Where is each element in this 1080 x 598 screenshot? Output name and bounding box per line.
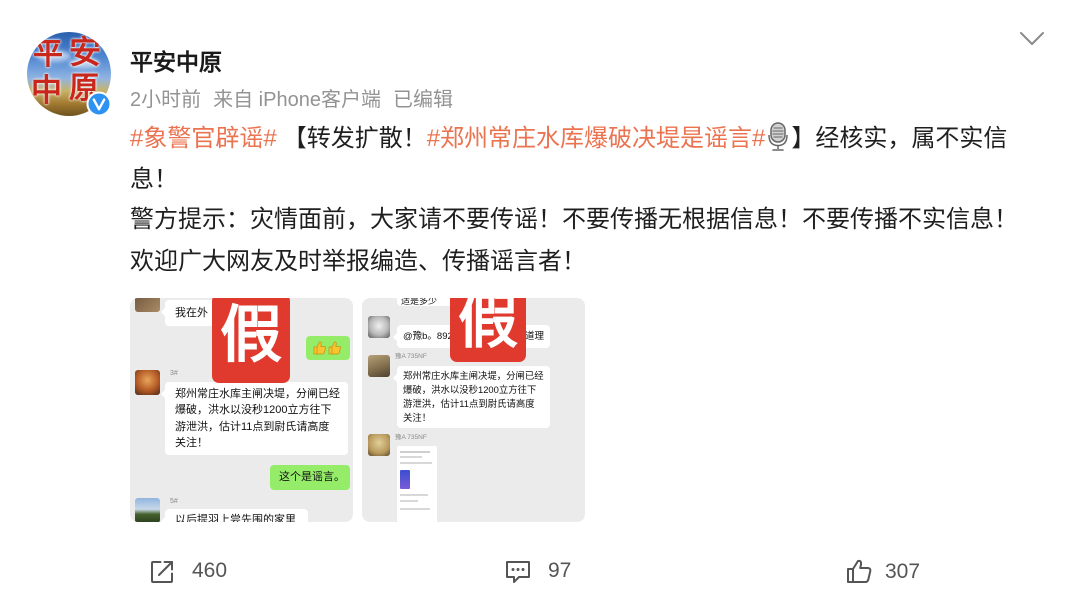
author-name[interactable]: 平安中原 <box>130 48 222 76</box>
thumbnail-line <box>400 500 418 502</box>
chevron-down-icon[interactable] <box>1019 31 1045 47</box>
chat-bubble-rumor: 郑州常庄水库主闸决堤，分闸已经 爆破，洪水以没秒1200立方往下 游泄洪，估计1… <box>161 382 348 455</box>
chat-avatar <box>135 298 160 312</box>
chat-sender-label: 3# <box>170 370 178 377</box>
chat-text: @豫b。892 <box>403 331 453 342</box>
thumbnail-phone-image <box>400 470 410 489</box>
chat-text-line: 郑州常庄水库主闸决堤，分闸已经 <box>403 370 544 381</box>
chat-sender-label: 豫A 735NF <box>395 353 427 360</box>
chat-bubble-reaction <box>306 336 350 360</box>
chat-text-line: 郑州常庄水库主闸决堤，分闸已经 <box>175 388 340 400</box>
chat-bubble-reply: 这个是谣言。 <box>270 465 350 490</box>
chat-avatar <box>135 370 160 395</box>
chat-screenshot-thumbnail <box>397 446 437 522</box>
like-count[interactable]: 307 <box>885 560 920 584</box>
avatar-lettering: 安 <box>69 33 102 71</box>
chat-sender-label: 豫A 735NF <box>395 434 427 441</box>
microphone-icon <box>768 122 789 151</box>
chat-text-line: 游泄洪，估计11点到尉氏请高度 <box>403 398 535 409</box>
topic-link[interactable]: #象警官辟谣# <box>130 125 277 152</box>
chat-text: 我在外 <box>175 307 208 319</box>
like-icon[interactable] <box>845 557 873 585</box>
post-text: 】经核实，属不实信 <box>791 125 1008 152</box>
chat-avatar <box>368 355 390 377</box>
chat-avatar <box>135 498 160 522</box>
thumbnail-line <box>400 494 428 496</box>
post-text-line: 警方提示：灾情面前，大家请不要传谣！不要传播无根据信息！不要传播不实信息！ <box>130 206 1018 233</box>
post-text-line: 息！ <box>130 166 178 193</box>
post-text: 【转发扩散！ <box>282 125 427 152</box>
thumbnail-line <box>400 456 422 458</box>
post-time: 2小时前 <box>130 89 202 111</box>
chat-text: 以后提羽上尝先围的家里 <box>175 514 296 522</box>
comment-icon[interactable] <box>504 558 532 586</box>
share-count[interactable]: 460 <box>192 559 227 583</box>
avatar-lettering: 中 <box>31 73 62 109</box>
post-text-line: 欢迎广大网友及时举报编造、传播谣言者！ <box>130 248 586 275</box>
chat-text-line: 关注！ <box>175 436 208 449</box>
edited-label: 已编辑 <box>392 89 453 111</box>
chat-bubble: 以后提羽上尝先围的家里 <box>161 509 308 522</box>
chat-avatar <box>368 434 390 456</box>
thumbnail-line <box>400 462 432 464</box>
chat-text: 道理 <box>524 331 544 342</box>
chat-text-line: 爆破，洪水以没秒1200立方往下 <box>403 384 537 395</box>
thumbs-up-emoji <box>313 341 326 355</box>
thumbnail-line <box>400 508 430 510</box>
chat-sender-label: 5# <box>170 498 178 505</box>
avatar-lettering: 平 <box>33 37 63 72</box>
chat-avatar <box>368 316 390 338</box>
fake-stamp: 假 <box>212 298 290 383</box>
comment-count[interactable]: 97 <box>548 559 571 583</box>
share-icon[interactable] <box>148 558 176 586</box>
thumbnail-line <box>400 451 430 453</box>
post-image-1[interactable]: 我在外 3# 郑州常庄水库主闸决堤，分闸已经 爆破，洪水以没秒1200立方往下 … <box>130 298 353 522</box>
chat-text-line: 游泄洪，估计11点到尉氏请高度 <box>175 420 330 433</box>
thumbs-up-emoji <box>328 341 341 355</box>
fake-stamp: 假 <box>450 298 526 362</box>
chat-bubble-rumor: 郑州常庄水库主闸决堤，分闸已经 爆破，洪水以没秒1200立方往下 游泄洪，估计1… <box>393 366 550 428</box>
chat-text-line: 关注！ <box>403 412 432 423</box>
post-source: 来自 iPhone客户端 <box>213 89 381 111</box>
topic-link[interactable]: #郑州常庄水库爆破决堤是谣言# <box>427 125 766 152</box>
post-meta: 2小时前 来自 iPhone客户端 已编辑 <box>130 88 465 112</box>
post-image-2[interactable]: 适是多少 @豫b。892 道理 豫A 735NF 郑州常庄水库主闸决堤，分闸已经… <box>362 298 585 522</box>
chat-text-line: 爆破，洪水以没秒1200立方往下 <box>175 404 332 417</box>
verified-badge-icon <box>86 91 112 117</box>
post-text-line: #象警官辟谣# 【转发扩散！#郑州常庄水库爆破决堤是谣言# 】经核实，属不实信 <box>130 122 1007 154</box>
